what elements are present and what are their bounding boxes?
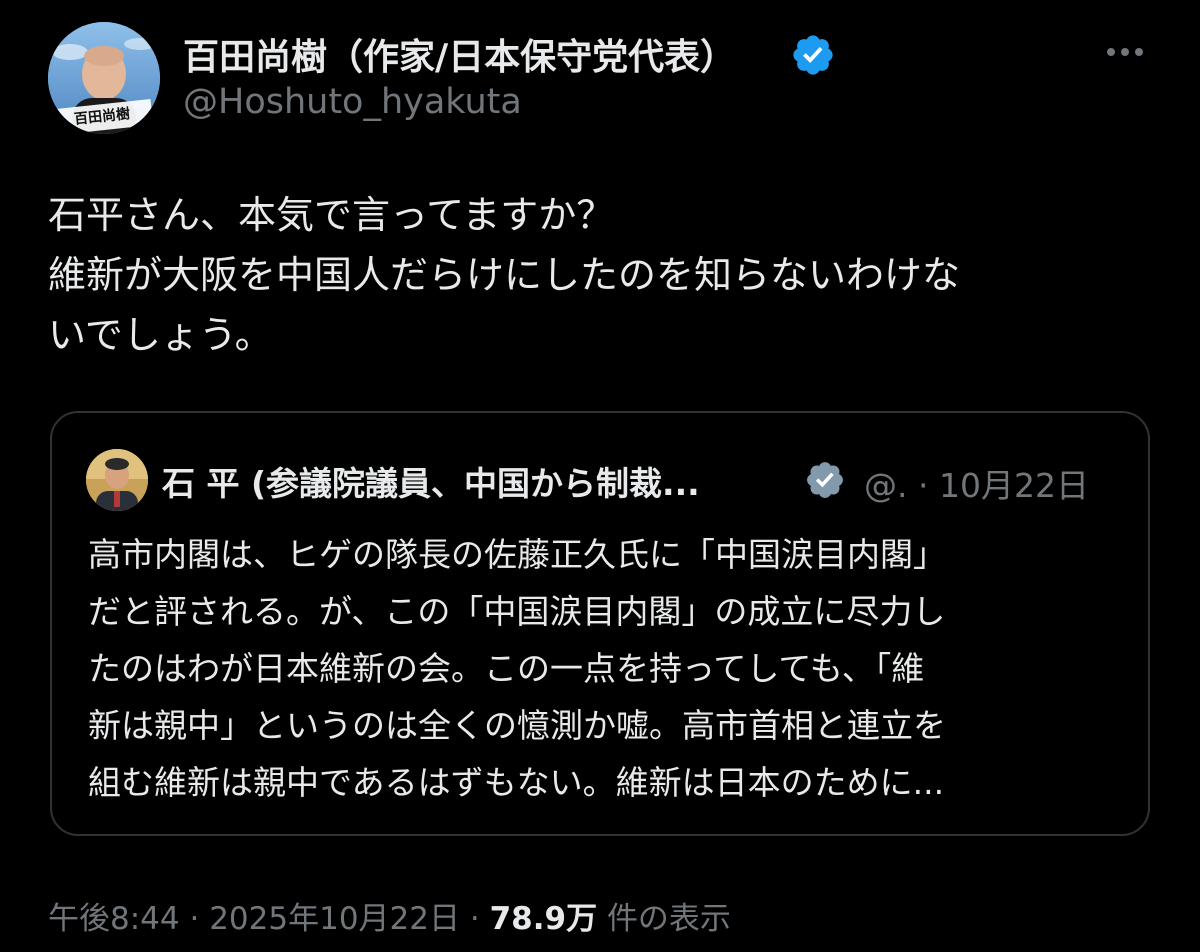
more-options-icon[interactable] <box>1100 34 1150 70</box>
author-display-name[interactable]: 百田尚樹（作家/日本保守党代表） <box>183 28 736 80</box>
quoted-tweet-card[interactable]: 石 平 (参議院議員、中国から制裁... @. · 10月22日 高市内閣は、ヒ… <box>50 411 1150 836</box>
tweet-line: いでしょう。 <box>48 313 273 357</box>
quoted-handle[interactable]: @. <box>864 466 908 505</box>
tweet-footer: 午後8:44 · 2025年10月22日 · 78.9万 件の表示 <box>48 893 731 938</box>
tweet-line: 維新が大阪を中国人だらけにしたのを知らないわけな <box>48 253 961 297</box>
views-count[interactable]: 78.9万 <box>490 901 598 937</box>
author-avatar[interactable]: 百田尚樹 <box>48 22 160 134</box>
quoted-tweet-text: 高市内閣は、ヒゲの隊長の佐藤正久氏に「中国涙目内閣」 だと評される。が、この「中… <box>88 526 1128 811</box>
verified-badge-icon <box>793 35 833 75</box>
more-dot <box>1135 48 1143 56</box>
author-handle[interactable]: @Hoshuto_hyakuta <box>183 82 522 122</box>
meta-separator: · <box>918 466 929 505</box>
quoted-line: 新は親中」というのは全くの憶測か嘘。高市首相と連立を <box>88 706 946 745</box>
quoted-author-name[interactable]: 石 平 (参議院議員、中国から制裁... <box>162 457 700 505</box>
quoted-verified-badge-icon <box>807 462 843 498</box>
footer-separator: · <box>189 901 200 937</box>
quoted-line: たのはわが日本維新の会。この一点を持ってしても、「維 <box>88 649 925 688</box>
quoted-line: 高市内閣は、ヒゲの隊長の佐藤正久氏に「中国涙目内閣」 <box>88 535 946 574</box>
quoted-meta: @. · 10月22日 <box>864 459 1089 507</box>
post-time[interactable]: 午後8:44 <box>48 901 180 937</box>
quoted-line: だと評される。が、この「中国涙目内閣」の成立に尽力し <box>88 592 946 631</box>
post-date[interactable]: 2025年10月22日 <box>209 901 460 937</box>
more-dot <box>1107 48 1115 56</box>
tweet-text: 石平さん、本気で言ってますか？ 維新が大阪を中国人だらけにしたのを知らないわけな… <box>48 185 1148 365</box>
quoted-date[interactable]: 10月22日 <box>939 466 1089 505</box>
quoted-author-avatar[interactable] <box>86 449 148 511</box>
quoted-avatar-image <box>86 449 148 511</box>
views-label: 件の表示 <box>606 901 731 937</box>
footer-separator: · <box>469 901 480 937</box>
tweet-line: 石平さん、本気で言ってますか？ <box>48 193 615 237</box>
more-dot <box>1121 48 1129 56</box>
quoted-line: 組む維新は親中であるはずもない。維新は日本のために... <box>88 763 945 802</box>
